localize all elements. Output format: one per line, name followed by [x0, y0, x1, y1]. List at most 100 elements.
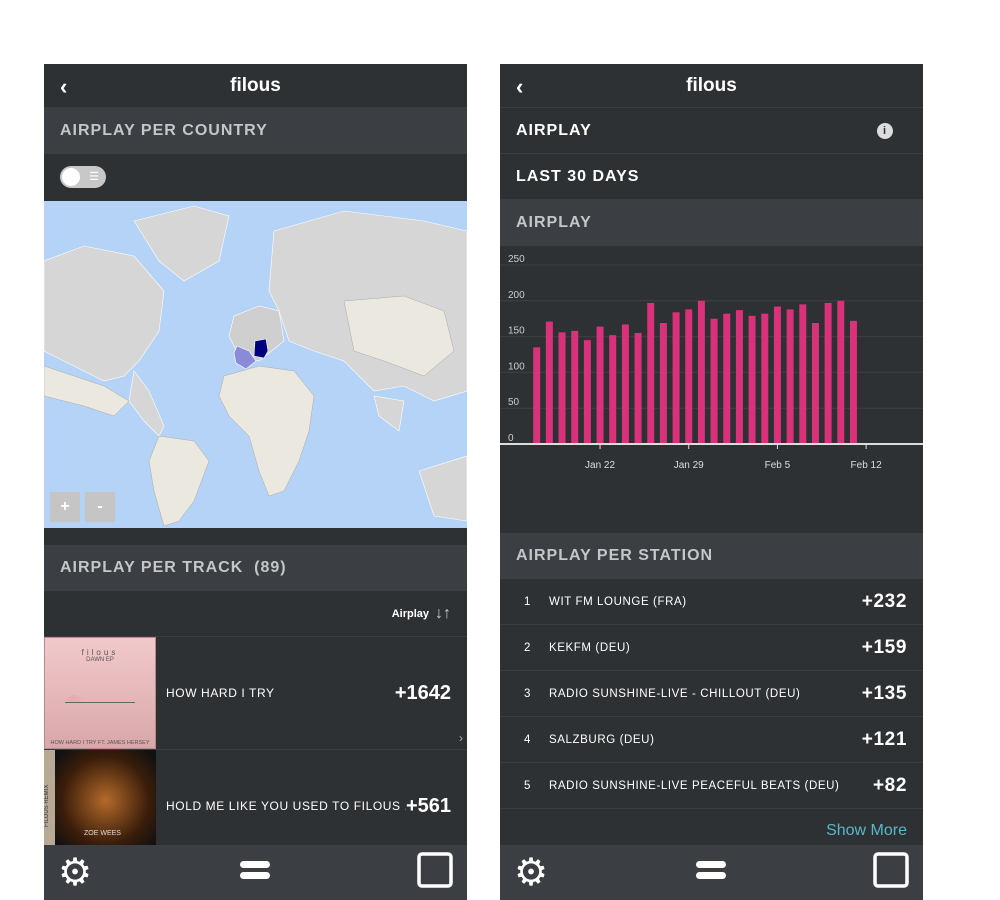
bar: [837, 300, 845, 444]
station-row[interactable]: 2 KEKFM (DEU) +159: [500, 625, 923, 671]
page-title: filous: [230, 74, 281, 96]
bar: [710, 318, 718, 444]
track-airplay: +1642: [394, 681, 451, 704]
station-name: KEKFM (DEU): [549, 641, 631, 654]
airplay-row-label: AIRPLAY: [516, 121, 592, 139]
art-caption: HOW HARD I TRY FT. JAMES HERSEY: [50, 740, 150, 746]
map-svg: [44, 205, 467, 527]
station-row[interactable]: 5 RADIO SUNSHINE-LIVE PEACEFUL BEATS (DEU…: [500, 763, 923, 809]
map-list-toggle[interactable]: ☰: [60, 166, 106, 188]
sort-icon[interactable]: ↓↑: [435, 605, 451, 623]
info-icon[interactable]: i: [877, 123, 893, 139]
bar: [571, 330, 579, 444]
greenland: [133, 205, 230, 282]
bar: [811, 322, 819, 444]
bar: [659, 322, 667, 444]
bar: [799, 304, 807, 444]
bar: [672, 312, 680, 444]
x-tick-label: Feb 12: [851, 460, 883, 471]
bar: [849, 320, 857, 444]
left-screen: ‹ filous AIRPLAY PER COUNTRY ☰ + - AIRPL…: [44, 64, 467, 900]
station-rank: 4: [524, 733, 531, 746]
y-tick-label: 0: [508, 433, 514, 444]
bar: [545, 321, 553, 444]
bar: [583, 340, 591, 444]
south-america: [148, 435, 210, 527]
art-artist: filous: [81, 648, 119, 657]
bar: [647, 302, 655, 444]
station-name: SALZBURG (DEU): [549, 733, 655, 746]
australia: [418, 455, 467, 522]
world-map[interactable]: + -: [44, 201, 467, 528]
station-airplay: +232: [861, 590, 907, 612]
bar: [533, 347, 541, 444]
header: ‹ filous: [500, 64, 923, 108]
section-tracks: AIRPLAY PER TRACK (89): [44, 545, 467, 591]
bar: [697, 300, 705, 444]
section-country: AIRPLAY PER COUNTRY: [44, 108, 467, 154]
section-chart: AIRPLAY: [500, 200, 923, 246]
bar: [761, 313, 769, 444]
right-screen: ‹ filous AIRPLAY i LAST 30 DAYS AIRPLAY …: [500, 64, 923, 900]
station-row[interactable]: 4 SALZBURG (DEU) +121: [500, 717, 923, 763]
header: ‹ filous: [44, 64, 467, 108]
back-icon[interactable]: ‹: [516, 74, 523, 100]
bar: [685, 309, 693, 444]
art-caption: ZOE WEES: [84, 830, 121, 837]
bar: [723, 313, 731, 444]
track-section: AIRPLAY PER TRACK (89) Airplay ↓↑ filous …: [44, 545, 467, 863]
toggle-row: ☰: [44, 154, 467, 200]
chevron-right-icon[interactable]: ›: [459, 731, 463, 745]
x-tick-label: Jan 29: [674, 460, 704, 471]
station-rank: 2: [524, 641, 531, 654]
bar: [824, 302, 832, 444]
section-stations: AIRPLAY PER STATION: [500, 533, 923, 579]
track-count: (89): [254, 559, 287, 576]
menu-icon[interactable]: [695, 859, 726, 886]
album-art: filous DAWN EP HOW HARD I TRY FT. JAMES …: [44, 637, 156, 749]
bottom-nav: ⚙: [44, 845, 467, 900]
zoom-in-button[interactable]: +: [50, 492, 80, 522]
gear-icon[interactable]: ⚙: [58, 850, 92, 895]
africa: [218, 365, 315, 497]
bar: [634, 333, 642, 444]
zoom-out-button[interactable]: -: [85, 492, 115, 522]
bottom-nav: ⚙: [500, 845, 923, 900]
station-name: RADIO SUNSHINE-LIVE PEACEFUL BEATS (DEU): [549, 779, 840, 792]
bar: [786, 309, 794, 444]
station-rank: 5: [524, 779, 531, 792]
sort-control[interactable]: Airplay ↓↑: [44, 591, 467, 637]
station-rank: 1: [524, 595, 531, 608]
bar: [596, 326, 604, 444]
period-selector[interactable]: LAST 30 DAYS: [500, 154, 923, 200]
central-america: [128, 370, 165, 437]
bar: [558, 332, 566, 444]
station-name: RADIO SUNSHINE-LIVE - CHILLOUT (DEU): [549, 687, 801, 700]
y-tick-label: 200: [508, 290, 525, 301]
station-name: WIT FM LOUNGE (FRA): [549, 595, 687, 608]
bar: [748, 315, 756, 444]
track-row[interactable]: filous DAWN EP HOW HARD I TRY FT. JAMES …: [44, 637, 467, 750]
station-rank: 3: [524, 687, 531, 700]
bar: [609, 335, 617, 444]
y-tick-label: 250: [508, 254, 525, 265]
list-icon: ☰: [89, 171, 99, 183]
southeast-asia: [373, 395, 405, 432]
station-airplay: +121: [861, 728, 907, 750]
y-tick-label: 100: [508, 361, 525, 372]
station-airplay: +159: [861, 636, 907, 658]
section-tracks-title: AIRPLAY PER TRACK: [60, 559, 244, 576]
germany[interactable]: [253, 338, 269, 359]
back-icon[interactable]: ‹: [60, 74, 67, 100]
station-row[interactable]: 3 RADIO SUNSHINE-LIVE - CHILLOUT (DEU) +13…: [500, 671, 923, 717]
menu-icon[interactable]: [239, 859, 270, 886]
airplay-bar-chart: 0 50 100 150 200 250 Jan 22 Jan 29 Feb 5 Feb 12: [500, 254, 923, 471]
square-icon[interactable]: [873, 852, 909, 893]
y-tick-label: 150: [508, 326, 525, 337]
square-icon[interactable]: [417, 852, 453, 893]
station-row[interactable]: 1 WIT FM LOUNGE (FRA) +232: [500, 579, 923, 625]
airplay-row: AIRPLAY i: [500, 108, 923, 154]
x-tick-label: Feb 5: [765, 460, 791, 471]
gear-icon[interactable]: ⚙: [514, 850, 548, 895]
bar: [735, 310, 743, 444]
